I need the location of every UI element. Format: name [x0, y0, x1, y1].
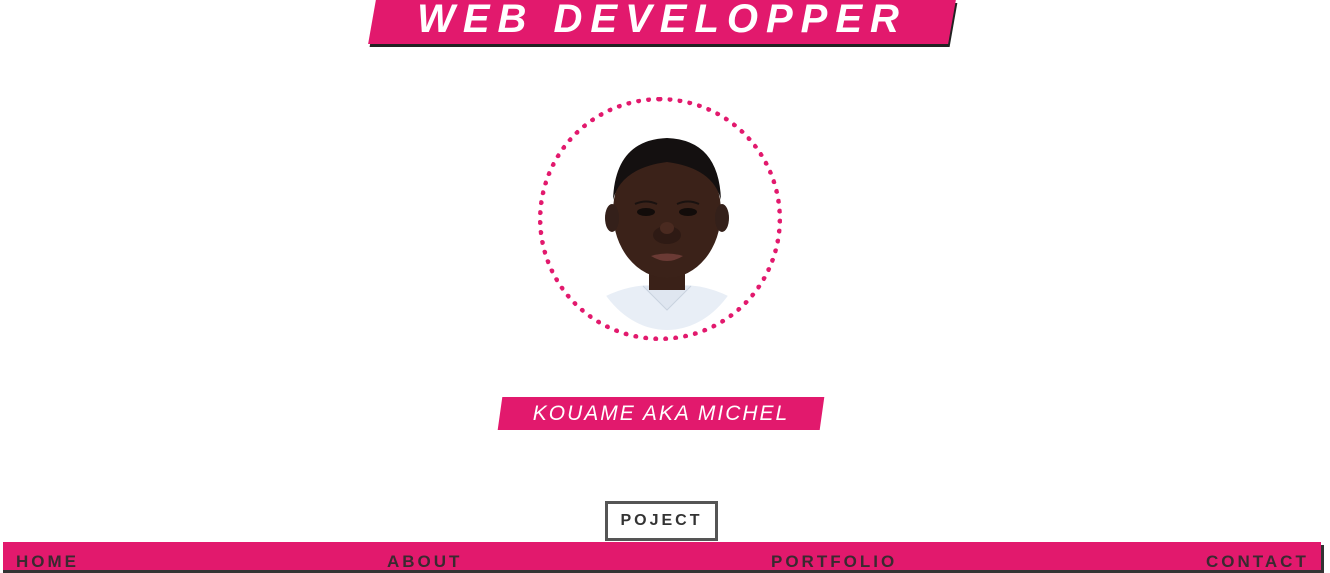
- avatar: [583, 110, 751, 330]
- nav-bar: HOME ABOUT PORTFOLIO CONTACT: [3, 542, 1321, 573]
- project-button[interactable]: POJECT: [605, 501, 718, 541]
- nav-item-home[interactable]: HOME: [16, 552, 79, 572]
- nav-item-contact[interactable]: CONTACT: [1206, 552, 1309, 572]
- nav-item-portfolio[interactable]: PORTFOLIO: [771, 552, 897, 572]
- page: WEB DEVELOPPER KOUAME AKA MICHEL POJECT …: [0, 0, 1330, 573]
- page-title: WEB DEVELOPPER: [417, 0, 907, 41]
- portrait-photo-icon: [583, 110, 751, 330]
- nav-item-about[interactable]: ABOUT: [387, 552, 462, 572]
- profile-name: KOUAME AKA MICHEL: [532, 402, 790, 425]
